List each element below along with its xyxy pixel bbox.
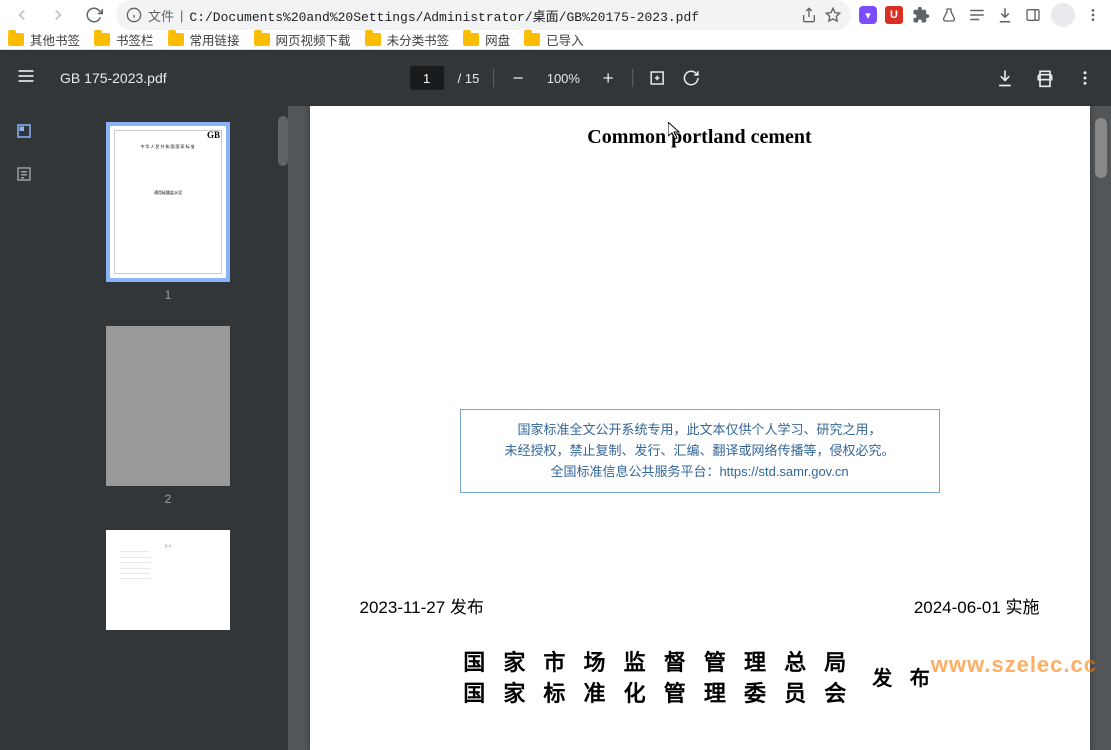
bookmark-item[interactable]: 已导入	[524, 30, 584, 49]
notice-line-1: 国家标准全文公开系统专用，此文本仅供个人学习、研究之用，	[473, 420, 927, 441]
effective-date: 2024-06-01 实施	[914, 593, 1040, 618]
fit-page-button[interactable]	[647, 69, 667, 87]
notice-line-3: 全国标准信息公共服务平台：https://std.samr.gov.cn	[473, 462, 927, 483]
thumbnail-1[interactable]: GB 中华人民共和国国家标准 通用硅酸盐水泥 1	[48, 122, 288, 302]
thumbnails-panel[interactable]: GB 中华人民共和国国家标准 通用硅酸盐水泥 1 2 目 次 —————————…	[48, 106, 288, 750]
pdf-more-button[interactable]	[1075, 69, 1095, 87]
arrow-left-icon	[13, 6, 31, 24]
folder-icon	[254, 33, 270, 46]
copyright-notice-box: 国家标准全文公开系统专用，此文本仅供个人学习、研究之用， 未经授权，禁止复制、发…	[460, 409, 940, 493]
zoom-level: 100%	[542, 71, 584, 86]
download-button[interactable]	[995, 68, 1015, 88]
reading-list-icon[interactable]	[967, 5, 987, 25]
pdf-page-1: Common portland cement 国家标准全文公开系统专用，此文本仅…	[310, 106, 1090, 750]
zoom-out-button[interactable]	[508, 70, 528, 86]
nav-back-button[interactable]	[8, 1, 36, 29]
folder-icon	[365, 33, 381, 46]
extensions-puzzle-icon[interactable]	[911, 5, 931, 25]
print-button[interactable]	[1035, 68, 1055, 88]
pdf-side-tools	[0, 106, 48, 750]
pdf-toolbar: GB 175-2023.pdf / 15 100%	[0, 50, 1111, 106]
rotate-button[interactable]	[681, 69, 701, 87]
downloads-icon[interactable]	[995, 5, 1015, 25]
bookmark-item[interactable]: 常用链接	[168, 30, 240, 49]
url-label: 文件	[148, 6, 174, 25]
browser-menu-icon[interactable]	[1083, 5, 1103, 25]
page-number-input[interactable]	[410, 66, 444, 90]
zoom-in-button[interactable]	[598, 70, 618, 86]
bookmark-star-icon[interactable]	[825, 7, 841, 23]
url-text: C:/Documents%20and%20Settings/Administra…	[189, 6, 795, 25]
arrow-right-icon	[49, 6, 67, 24]
folder-icon	[8, 33, 24, 46]
download-icon	[995, 68, 1015, 88]
more-vertical-icon	[1076, 69, 1094, 87]
bookmark-item[interactable]: 书签栏	[94, 30, 154, 49]
nav-forward-button[interactable]	[44, 1, 72, 29]
thumb-number: 1	[165, 288, 172, 302]
pdf-body: GB 中华人民共和国国家标准 通用硅酸盐水泥 1 2 目 次 —————————…	[0, 106, 1111, 750]
folder-icon	[524, 33, 540, 46]
info-icon	[126, 7, 142, 23]
bookmark-item[interactable]: 未分类书签	[365, 30, 450, 49]
page-scrollbar[interactable]	[1095, 118, 1107, 178]
page-total: / 15	[458, 71, 480, 86]
minus-icon	[510, 70, 526, 86]
address-bar[interactable]: 文件 | C:/Documents%20and%20Settings/Admin…	[116, 0, 851, 30]
pdf-filename: GB 175-2023.pdf	[60, 70, 167, 86]
dates-row: 2023-11-27 发布 2024-06-01 实施	[350, 593, 1050, 618]
publish-date: 2023-11-27 发布	[360, 593, 484, 618]
pdf-viewer: GB 175-2023.pdf / 15 100%	[0, 50, 1111, 750]
folder-icon	[463, 33, 479, 46]
notice-line-2: 未经授权，禁止复制、发行、汇编、翻译或网络传播等，侵权必究。	[473, 441, 927, 462]
bookmarks-bar: 其他书签 书签栏 常用链接 网页视频下载 未分类书签 网盘 已导入	[0, 30, 1111, 50]
browser-nav-bar: 文件 | C:/Documents%20and%20Settings/Admin…	[0, 0, 1111, 30]
thumbs-scrollbar[interactable]	[278, 116, 288, 166]
fit-page-icon	[648, 69, 666, 87]
thumbnail-2[interactable]: 2	[48, 326, 288, 506]
bookmark-item[interactable]: 其他书签	[8, 30, 80, 49]
bookmark-item[interactable]: 网盘	[463, 30, 510, 49]
extension-ublock-icon[interactable]: U	[885, 6, 903, 24]
sidepanel-icon[interactable]	[1023, 5, 1043, 25]
folder-icon	[94, 33, 110, 46]
bookmark-item[interactable]: 网页视频下载	[254, 30, 351, 49]
thumbnail-3[interactable]: 目 次 ————————————————————————————————————…	[48, 530, 288, 630]
thumb-number: 2	[165, 492, 172, 506]
extension-purple-icon[interactable]: ▾	[859, 6, 877, 24]
hamburger-icon	[16, 66, 36, 86]
pdf-page-area[interactable]: Common portland cement 国家标准全文公开系统专用，此文本仅…	[288, 106, 1111, 750]
nav-reload-button[interactable]	[80, 1, 108, 29]
pdf-menu-button[interactable]	[16, 66, 40, 91]
print-icon	[1035, 68, 1055, 88]
reload-icon	[85, 6, 103, 24]
notice-link[interactable]: https://std.samr.gov.cn	[719, 464, 848, 479]
publishing-organization: 国 家 市 场 监 督 管 理 总 局 国 家 标 准 化 管 理 委 员 会 …	[350, 648, 1050, 710]
outline-view-icon[interactable]	[15, 165, 33, 188]
share-icon[interactable]	[801, 7, 817, 23]
rotate-icon	[682, 69, 700, 87]
plus-icon	[600, 70, 616, 86]
extension-flask-icon[interactable]	[939, 5, 959, 25]
profile-avatar[interactable]	[1051, 3, 1075, 27]
document-title-en: Common portland cement	[350, 126, 1050, 149]
folder-icon	[168, 33, 184, 46]
thumbnails-view-icon[interactable]	[15, 122, 33, 145]
